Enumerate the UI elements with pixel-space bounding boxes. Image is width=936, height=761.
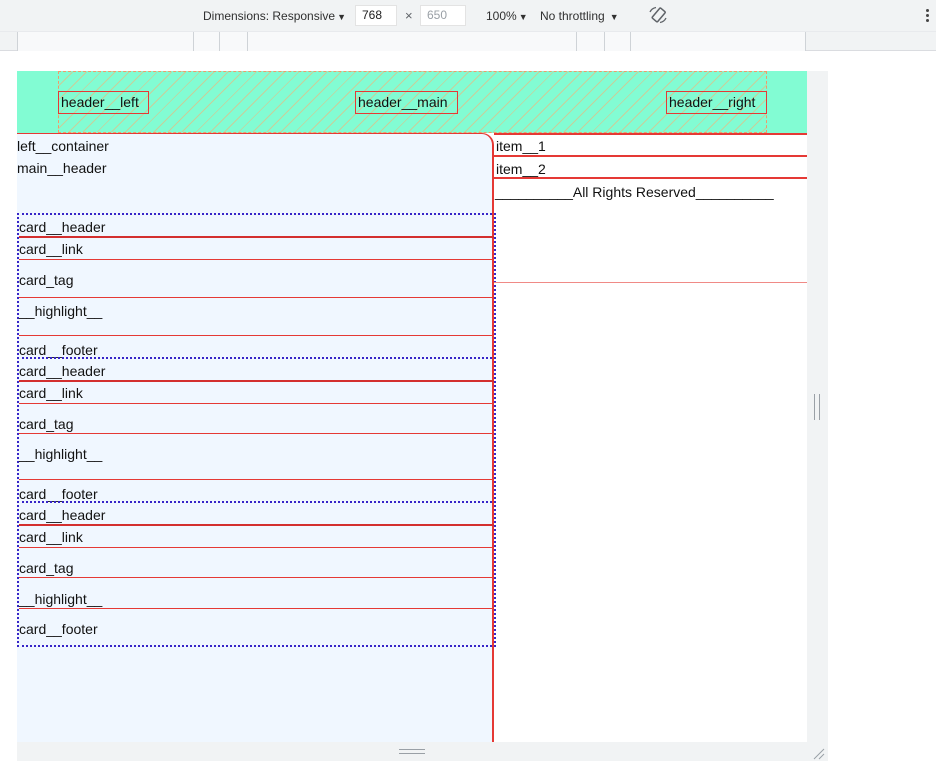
header-left: header__left — [58, 91, 149, 114]
resize-handle-icon[interactable] — [811, 746, 825, 760]
card-link[interactable]: card__link — [19, 240, 494, 258]
ruler-segment[interactable] — [193, 32, 219, 51]
divider — [19, 577, 494, 578]
divider — [19, 433, 494, 434]
divider — [19, 335, 494, 336]
chevron-down-icon: ▼ — [518, 12, 528, 22]
card-highlight: __highlight__ — [19, 446, 103, 462]
divider — [494, 155, 807, 157]
card-footer: card__footer — [19, 621, 98, 637]
card-highlight: __highlight__ — [19, 303, 103, 319]
footer-divider — [494, 282, 807, 283]
ruler-segment[interactable] — [219, 32, 247, 51]
ruler-segment[interactable] — [576, 32, 604, 51]
chevron-down-icon: ▼ — [337, 12, 346, 22]
divider — [494, 177, 807, 179]
card-header: card__header — [19, 219, 106, 235]
card: card__header card__link card_tag __highl… — [17, 213, 496, 359]
card-link[interactable]: card__link — [19, 384, 494, 402]
card-tag: card_tag — [19, 272, 74, 288]
ruler-segment[interactable] — [630, 32, 806, 51]
divider — [19, 380, 494, 382]
divider — [19, 608, 494, 609]
dimensions-dropdown[interactable]: Dimensions: Responsive ▼ — [203, 9, 346, 24]
divider — [19, 403, 494, 404]
divider — [19, 297, 494, 298]
footer-text: __________All Rights Reserved__________ — [495, 184, 774, 200]
emulated-viewport: header__left header__main header__right … — [17, 71, 807, 742]
card-link[interactable]: card__link — [19, 528, 494, 546]
header-right: header__right — [666, 91, 767, 114]
left-container-label: left__container — [17, 138, 109, 154]
card-header: card__header — [19, 363, 106, 379]
resize-bottom-handle[interactable] — [399, 749, 425, 754]
media-query-ruler[interactable] — [0, 31, 936, 51]
chevron-down-icon: ▼ — [609, 12, 619, 22]
main-header: main__header — [17, 160, 107, 176]
rotate-icon[interactable] — [647, 6, 669, 26]
left-container: left__container main__header card__heade… — [17, 133, 496, 742]
divider — [19, 524, 494, 526]
card-highlight: __highlight__ — [19, 591, 103, 607]
throttling-dropdown[interactable]: No throttling ▼ — [540, 9, 619, 24]
divider — [19, 479, 494, 480]
ruler-segment[interactable] — [604, 32, 630, 51]
dimensions-label: Dimensions: Responsive — [203, 9, 336, 23]
divider — [19, 547, 494, 548]
resize-side-handle[interactable] — [814, 394, 820, 420]
ruler-segment[interactable] — [247, 32, 576, 51]
more-vertical-icon[interactable] — [926, 9, 930, 23]
page-header: header__left header__main header__right — [17, 71, 807, 133]
divider — [19, 259, 494, 260]
card-tag: card_tag — [19, 416, 74, 432]
width-input[interactable]: 768 — [355, 5, 397, 26]
card: card__header card__link card_tag __highl… — [17, 357, 496, 503]
list-item: item__1 — [496, 138, 546, 154]
right-top-border — [494, 133, 807, 135]
times-separator: × — [405, 8, 413, 23]
card-header: card__header — [19, 507, 106, 523]
zoom-dropdown[interactable]: 100% ▼ — [486, 9, 528, 24]
height-input[interactable]: 650 — [420, 5, 466, 26]
divider — [19, 236, 494, 238]
card: card__header card__link card_tag __highl… — [17, 501, 496, 647]
device-toolbar: Dimensions: Responsive ▼ 768 × 650 100% ▼ … — [0, 0, 936, 31]
list-item: item__2 — [496, 161, 546, 177]
throttling-label: No throttling — [540, 9, 605, 23]
zoom-label: 100% — [486, 9, 517, 23]
ruler-segment[interactable] — [17, 32, 193, 51]
header-main: header__main — [355, 91, 458, 114]
card-tag: card_tag — [19, 560, 74, 576]
